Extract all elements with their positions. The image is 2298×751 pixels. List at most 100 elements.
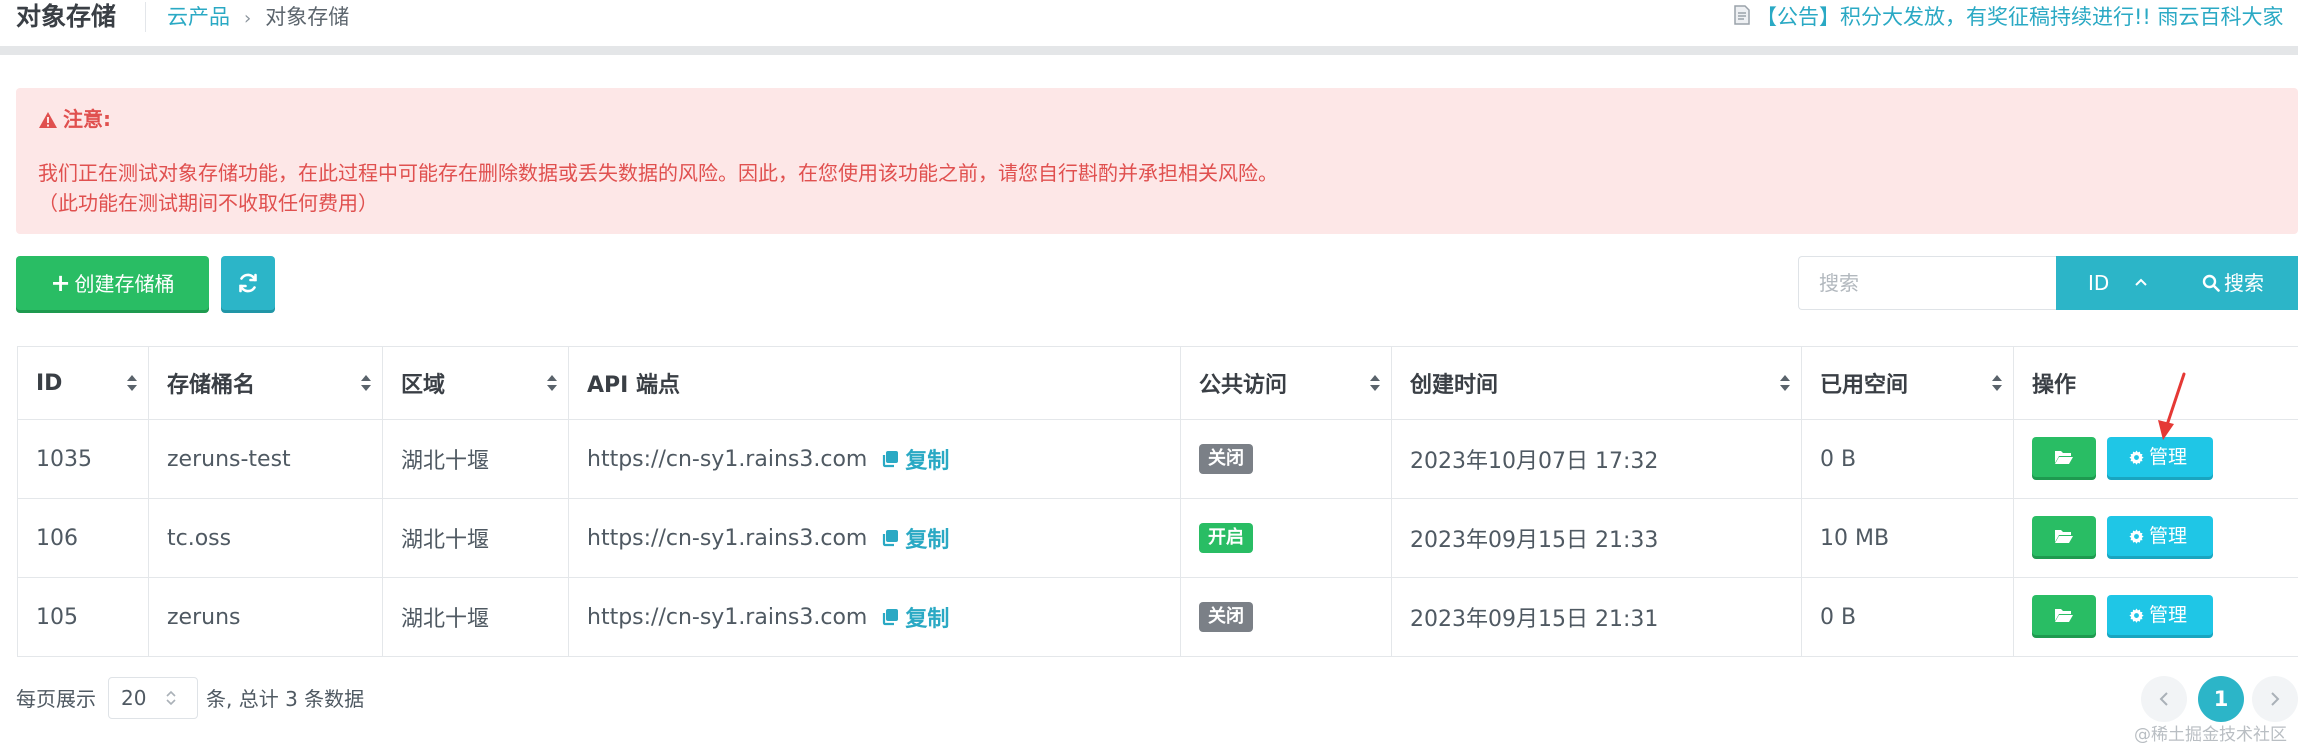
chevron-left-icon — [2159, 692, 2168, 706]
next-page-button[interactable] — [2252, 676, 2298, 722]
column-header-name[interactable]: 存储桶名 — [148, 347, 382, 419]
table-row: 106 tc.oss 湖北十堰 https://cn-sy1.rains3.co… — [17, 499, 2298, 578]
column-header-label: 创建时间 — [1410, 373, 1499, 398]
column-header-label: 存储桶名 — [167, 373, 256, 398]
doc-icon — [1734, 1, 1750, 34]
annotation-arrow — [2158, 372, 2186, 440]
search-input[interactable] — [1798, 256, 2056, 310]
open-bucket-button[interactable] — [2032, 516, 2096, 556]
sort-icon[interactable] — [126, 374, 138, 392]
refresh-button[interactable] — [221, 256, 275, 310]
column-header-label: API 端点 — [587, 373, 680, 398]
open-bucket-button[interactable] — [2032, 437, 2096, 477]
breadcrumb-link-cloud-products[interactable]: 云产品 — [167, 5, 230, 29]
gear-icon — [2129, 529, 2144, 544]
warning-alert: 注意: 我们正在测试对象存储功能，在此过程中可能存在删除数据或丢失数据的风险。因… — [16, 88, 2298, 234]
column-header-public[interactable]: 公共访问 — [1180, 347, 1391, 419]
breadcrumb-current: 对象存储 — [265, 5, 350, 29]
folder-open-icon — [2055, 451, 2073, 464]
sort-icon[interactable] — [1779, 374, 1791, 392]
column-header-region[interactable]: 区域 — [382, 347, 568, 419]
copy-endpoint-button[interactable]: 复制 — [881, 601, 949, 633]
chevron-right-icon — [2271, 692, 2280, 706]
page-number-current[interactable]: 1 — [2198, 676, 2244, 722]
cell-name: zeruns-test — [148, 420, 382, 498]
sort-icon[interactable] — [1369, 374, 1381, 392]
cell-id: 1035 — [17, 420, 148, 498]
column-header-label: 区域 — [401, 373, 446, 398]
copy-endpoint-button[interactable]: 复制 — [881, 443, 949, 475]
copy-label: 复制 — [905, 528, 950, 553]
alert-message: 我们正在测试对象存储功能，在此过程中可能存在删除数据或丢失数据的风险。因此，在您… — [38, 161, 1278, 185]
announcement-link[interactable]: 【公告】积分大发放，有奖征稿持续进行!! 雨云百科大家 — [1734, 0, 2298, 34]
column-header-created[interactable]: 创建时间 — [1391, 347, 1801, 419]
manage-label: 管理 — [2149, 604, 2188, 626]
table-row: 105 zeruns 湖北十堰 https://cn-sy1.rains3.co… — [17, 578, 2298, 657]
cell-id: 105 — [17, 578, 148, 656]
alert-title: 注意: — [38, 104, 111, 134]
column-header-id[interactable]: ID — [17, 347, 148, 419]
open-bucket-button[interactable] — [2032, 595, 2096, 635]
watermark: @稀土掘金技术社区 — [2134, 725, 2287, 745]
copy-icon — [883, 530, 899, 547]
column-header-endpoint: API 端点 — [568, 347, 1180, 419]
status-badge: 关闭 — [1199, 602, 1253, 632]
cell-actions: 管理 — [2013, 499, 2298, 577]
sort-icon[interactable] — [1991, 374, 2003, 392]
cell-created: 2023年09月15日 21:31 — [1391, 578, 1801, 656]
copy-endpoint-button[interactable]: 复制 — [881, 522, 949, 554]
cell-endpoint: https://cn-sy1.rains3.com 复制 — [568, 499, 1180, 577]
cell-endpoint: https://cn-sy1.rains3.com 复制 — [568, 420, 1180, 498]
cell-created: 2023年09月15日 21:33 — [1391, 499, 1801, 577]
endpoint-url: https://cn-sy1.rains3.com — [587, 604, 868, 630]
chevron-right-icon: › — [244, 8, 252, 29]
cell-name: tc.oss — [148, 499, 382, 577]
announcement-text: 【公告】积分大发放，有奖征稿持续进行!! 雨云百科大家 — [1756, 5, 2284, 29]
search-button-label: 搜索 — [2224, 271, 2264, 295]
table-header: ID 存储桶名 区域 API 端点 公共访问 创建时间 已用空间 操作 — [17, 347, 2298, 420]
search-field-select[interactable]: ID — [2056, 256, 2176, 310]
folder-open-icon — [2055, 530, 2073, 543]
status-badge: 开启 — [1199, 523, 1253, 553]
cell-name: zeruns — [148, 578, 382, 656]
pagination-summary: 条, 总计 3 条数据 — [206, 687, 365, 711]
column-header-used[interactable]: 已用空间 — [1801, 347, 2013, 419]
manage-bucket-button[interactable]: 管理 — [2107, 516, 2213, 556]
sort-icon[interactable] — [360, 374, 372, 392]
breadcrumb: 云产品 › 对象存储 — [167, 0, 349, 34]
manage-bucket-button[interactable]: 管理 — [2107, 595, 2213, 635]
header-separator-bar — [0, 46, 2298, 55]
search-icon — [2202, 274, 2220, 292]
chevron-up-icon — [2135, 278, 2147, 286]
cell-created: 2023年10月07日 17:32 — [1391, 420, 1801, 498]
copy-icon — [883, 609, 899, 626]
status-badge: 关闭 — [1199, 444, 1253, 474]
cell-endpoint: https://cn-sy1.rains3.com 复制 — [568, 578, 1180, 656]
search-button[interactable]: 搜索 — [2176, 256, 2298, 310]
refresh-icon — [239, 273, 257, 293]
chevron-updown-icon — [166, 690, 176, 706]
copy-icon — [883, 451, 899, 468]
page-title: 对象存储 — [16, 2, 117, 31]
page-size-select[interactable]: 20 — [108, 677, 198, 719]
manage-label: 管理 — [2149, 446, 2188, 468]
gear-icon — [2129, 450, 2144, 465]
column-header-label: 操作 — [2032, 373, 2077, 398]
cell-used: 0 B — [1801, 420, 2013, 498]
prev-page-button[interactable] — [2141, 676, 2187, 722]
cell-public: 开启 — [1180, 499, 1391, 577]
page-size-value: 20 — [121, 686, 147, 710]
search-field-label: ID — [2088, 271, 2110, 295]
cell-public: 关闭 — [1180, 578, 1391, 656]
folder-open-icon — [2055, 609, 2073, 622]
per-page-prefix: 每页展示 — [16, 687, 96, 711]
manage-bucket-button[interactable]: 管理 — [2107, 437, 2213, 477]
table-row: 1035 zeruns-test 湖北十堰 https://cn-sy1.rai… — [17, 420, 2298, 499]
page-header: 对象存储 云产品 › 对象存储 【公告】积分大发放，有奖征稿持续进行!! 雨云百科大… — [0, 0, 2298, 55]
plus-icon: + — [50, 269, 71, 297]
header-divider — [145, 2, 146, 32]
column-header-label: ID — [36, 370, 63, 396]
create-bucket-button[interactable]: + 创建存储桶 — [16, 256, 209, 310]
cell-id: 106 — [17, 499, 148, 577]
sort-icon[interactable] — [546, 374, 558, 392]
